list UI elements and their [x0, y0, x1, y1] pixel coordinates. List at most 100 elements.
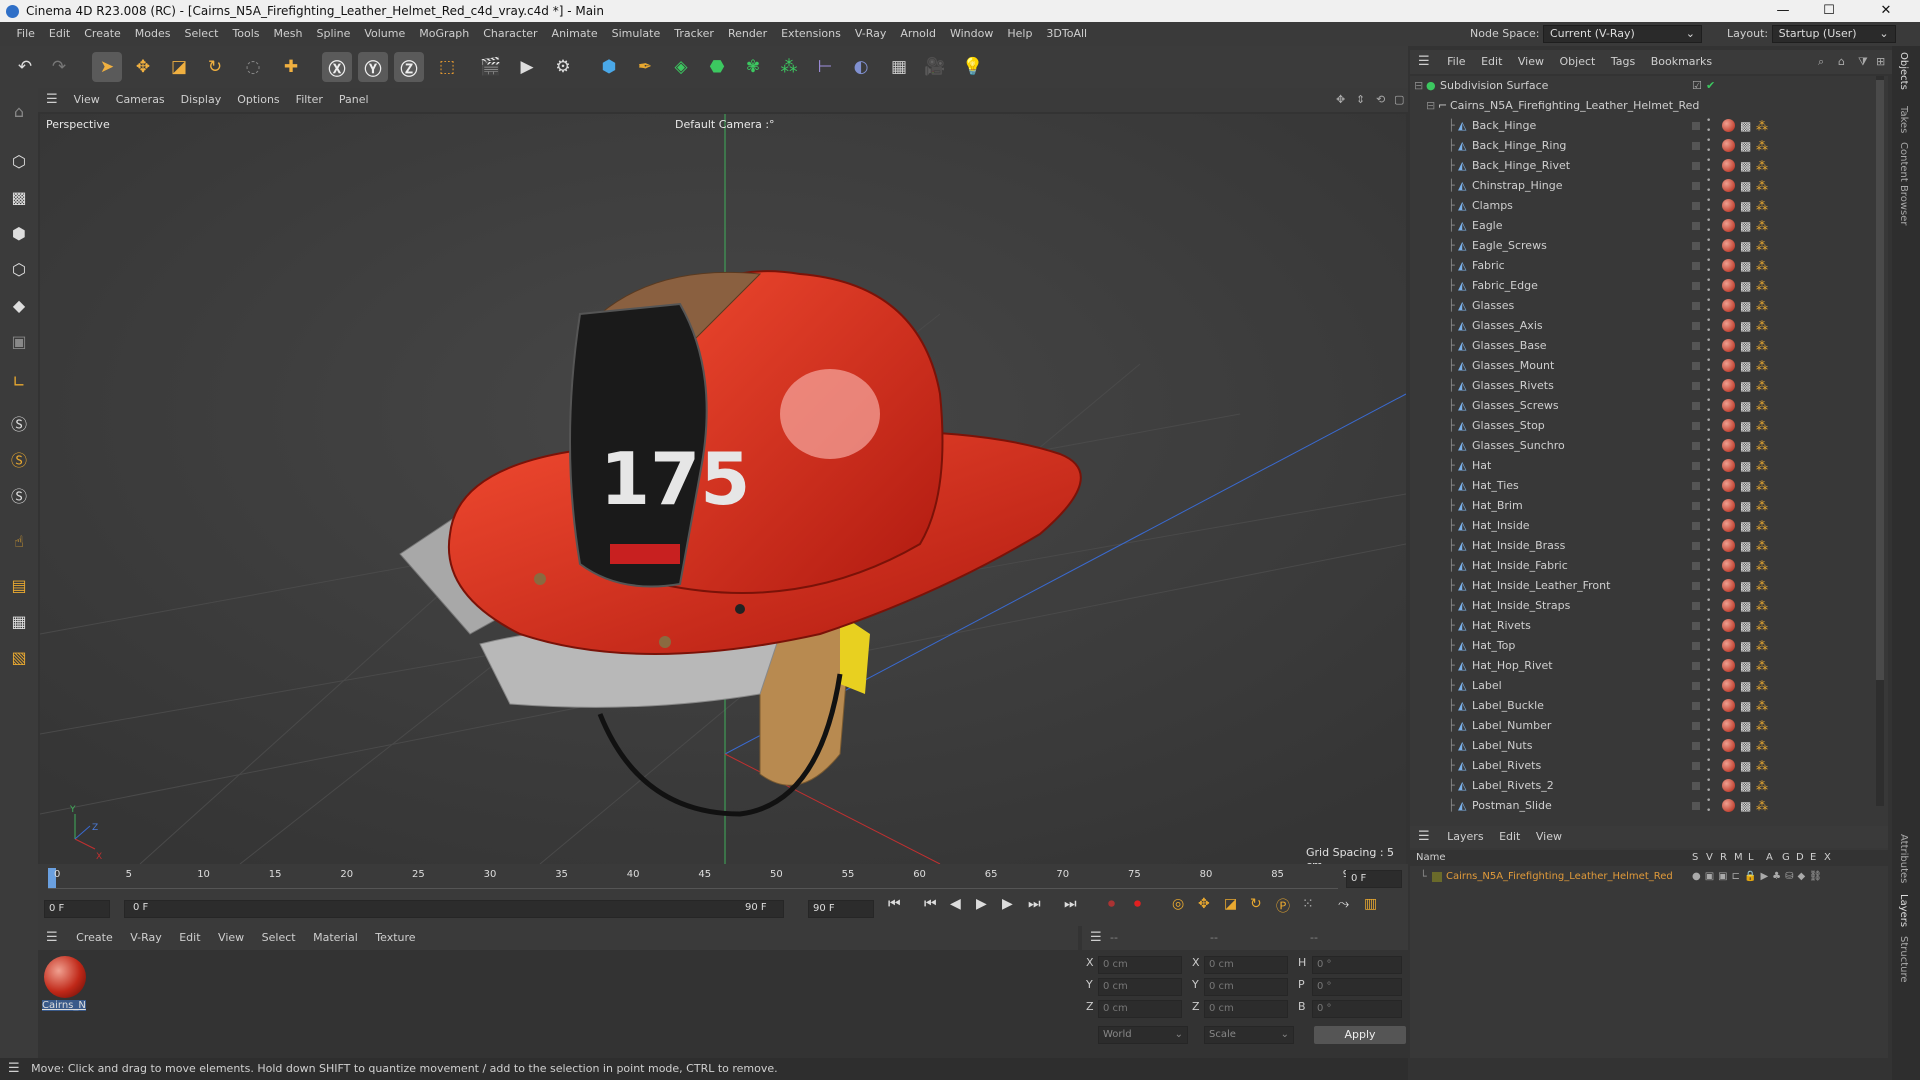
material-tag-icon[interactable]: [1722, 619, 1735, 632]
object-name[interactable]: Eagle_Screws: [1472, 236, 1547, 256]
object-name[interactable]: Label_Buckle: [1472, 696, 1544, 716]
visibility-dots-icon[interactable]: • •: [1706, 656, 1711, 676]
tab-structure[interactable]: Structure: [1898, 936, 1909, 983]
vray-tag-icon[interactable]: ⁂: [1756, 356, 1768, 376]
object-row[interactable]: ├ ◭ Glasses_Base • • ▩ ⁂: [1410, 336, 1888, 356]
undo-icon[interactable]: ↶: [10, 52, 40, 82]
layer-dot-icon[interactable]: [1692, 802, 1700, 810]
object-row[interactable]: ├ ◭ Glasses_Screws • • ▩ ⁂: [1410, 396, 1888, 416]
uvw-tag-icon[interactable]: ▩: [1740, 776, 1751, 796]
visibility-dots-icon[interactable]: • •: [1706, 616, 1711, 636]
uvw-tag-icon[interactable]: ▩: [1740, 176, 1751, 196]
layers-menu-layers[interactable]: Layers: [1441, 830, 1489, 843]
group-object-name[interactable]: Cairns_N5A_Firefighting_Leather_Helmet_R…: [1450, 96, 1699, 116]
object-row[interactable]: ├ ◭ Eagle • • ▩ ⁂: [1410, 216, 1888, 236]
material-tag-icon[interactable]: [1722, 679, 1735, 692]
layer-name[interactable]: Cairns_N5A_Firefighting_Leather_Helmet_R…: [1446, 868, 1673, 886]
rotate-view-icon[interactable]: ⟲: [1376, 88, 1385, 112]
visibility-dots-icon[interactable]: • •: [1706, 496, 1711, 516]
hamburger-icon[interactable]: ☰: [38, 930, 66, 945]
object-name[interactable]: Hat_Inside: [1472, 516, 1530, 536]
tab-attributes[interactable]: Attributes: [1898, 834, 1909, 883]
scale-key-icon[interactable]: ◪: [1224, 896, 1237, 912]
make-editable-icon[interactable]: ⌂: [4, 96, 34, 126]
material-tag-icon[interactable]: [1722, 239, 1735, 252]
root-object-name[interactable]: Subdivision Surface: [1440, 76, 1548, 96]
object-row[interactable]: ├ ◭ Hat_Ties • • ▩ ⁂: [1410, 476, 1888, 496]
material-tag-icon[interactable]: [1722, 399, 1735, 412]
mograph-cloner-icon[interactable]: ✾: [738, 52, 768, 82]
uvw-tag-icon[interactable]: ▩: [1740, 636, 1751, 656]
menu-file[interactable]: File: [10, 22, 42, 46]
material-menu-view[interactable]: View: [211, 931, 251, 944]
uvw-tag-icon[interactable]: ▩: [1740, 756, 1751, 776]
object-name[interactable]: Glasses_Screws: [1472, 396, 1559, 416]
object-name[interactable]: Hat_Top: [1472, 636, 1515, 656]
vray-tag-icon[interactable]: ⁂: [1756, 476, 1768, 496]
object-name[interactable]: Hat_Inside_Fabric: [1472, 556, 1568, 576]
object-name[interactable]: Clamps: [1472, 196, 1513, 216]
uvw-tag-icon[interactable]: ▩: [1740, 416, 1751, 436]
material-thumbnail[interactable]: [44, 956, 86, 998]
viewport-3d[interactable]: 175 Y Z X Perspective Default Camera :° …: [40, 114, 1406, 864]
range-slider[interactable]: 0 F 90 F: [124, 900, 784, 918]
floor-icon[interactable]: ▦: [884, 52, 914, 82]
scale-select[interactable]: Scale ⌄: [1204, 1026, 1294, 1044]
snap-settings-icon[interactable]: Ⓢ: [4, 444, 34, 474]
object-name[interactable]: Hat_Inside_Straps: [1472, 596, 1570, 616]
vray-tag-icon[interactable]: ⁂: [1756, 196, 1768, 216]
object-name[interactable]: Glasses_Rivets: [1472, 376, 1554, 396]
material-menu-edit[interactable]: Edit: [172, 931, 207, 944]
vray-tag-icon[interactable]: ⁂: [1756, 336, 1768, 356]
material-tag-icon[interactable]: [1722, 719, 1735, 732]
uvw-tag-icon[interactable]: ▩: [1740, 516, 1751, 536]
object-name[interactable]: Hat_Brim: [1472, 496, 1523, 516]
vray-tag-icon[interactable]: ⁂: [1756, 296, 1768, 316]
visibility-dots-icon[interactable]: • •: [1706, 416, 1711, 436]
position-x-field[interactable]: 0 cm: [1098, 956, 1182, 974]
object-name[interactable]: Hat: [1472, 456, 1491, 476]
visibility-dots-icon[interactable]: • •: [1706, 336, 1711, 356]
object-row[interactable]: ├ ◭ Hat_Inside_Fabric • • ▩ ⁂: [1410, 556, 1888, 576]
visibility-dots-icon[interactable]: • •: [1706, 396, 1711, 416]
layer-dot-icon[interactable]: [1692, 162, 1700, 170]
vray-tag-icon[interactable]: ⁂: [1756, 636, 1768, 656]
maximize-view-icon[interactable]: ▢: [1394, 88, 1404, 112]
menu-mesh[interactable]: Mesh: [267, 22, 310, 46]
point-mode-icon[interactable]: ⬢: [4, 218, 34, 248]
vray-tag-icon[interactable]: ⁂: [1756, 216, 1768, 236]
menu-animate[interactable]: Animate: [545, 22, 605, 46]
material-tag-icon[interactable]: [1722, 379, 1735, 392]
uvw-tag-icon[interactable]: ▩: [1740, 116, 1751, 136]
material-tag-icon[interactable]: [1722, 139, 1735, 152]
object-name[interactable]: Glasses_Stop: [1472, 416, 1545, 436]
model-mode-icon[interactable]: ⬡: [4, 146, 34, 176]
uvw-tag-icon[interactable]: ▩: [1740, 456, 1751, 476]
visibility-dots-icon[interactable]: • •: [1706, 776, 1711, 796]
uvw-tag-icon[interactable]: ▩: [1740, 596, 1751, 616]
object-row[interactable]: ├ ◭ Fabric_Edge • • ▩ ⁂: [1410, 276, 1888, 296]
vray-tag-icon[interactable]: ⁂: [1756, 176, 1768, 196]
render-region-icon[interactable]: 🎬: [476, 52, 506, 82]
collapse-icon[interactable]: ⊟: [1414, 76, 1423, 96]
next-key-icon[interactable]: ⏭: [1028, 896, 1041, 912]
move-tool-icon[interactable]: ✥: [128, 52, 158, 82]
grid-icon[interactable]: ▦: [4, 606, 34, 636]
vray-tag-icon[interactable]: ⁂: [1756, 776, 1768, 796]
visibility-dots-icon[interactable]: • •: [1706, 436, 1711, 456]
deformer-icon[interactable]: ⊢: [810, 52, 840, 82]
position-z-field[interactable]: 0 cm: [1098, 1000, 1182, 1018]
visibility-dots-icon[interactable]: • •: [1706, 576, 1711, 596]
uvw-tag-icon[interactable]: ▩: [1740, 256, 1751, 276]
object-row[interactable]: ├ ◭ Hat_Top • • ▩ ⁂: [1410, 636, 1888, 656]
rotation-key-icon[interactable]: ↻: [1250, 896, 1262, 912]
object-name[interactable]: Label_Rivets: [1472, 756, 1541, 776]
layout-select[interactable]: Startup (User) ⌄: [1771, 25, 1896, 43]
object-name[interactable]: Label_Number: [1472, 716, 1551, 736]
object-row[interactable]: ├ ◭ Hat • • ▩ ⁂: [1410, 456, 1888, 476]
object-name[interactable]: Chinstrap_Hinge: [1472, 176, 1563, 196]
material-tag-icon[interactable]: [1722, 339, 1735, 352]
menu-tracker[interactable]: Tracker: [667, 22, 721, 46]
uv-mode-icon[interactable]: ▣: [4, 326, 34, 356]
camera-icon[interactable]: 🎥: [920, 52, 950, 82]
